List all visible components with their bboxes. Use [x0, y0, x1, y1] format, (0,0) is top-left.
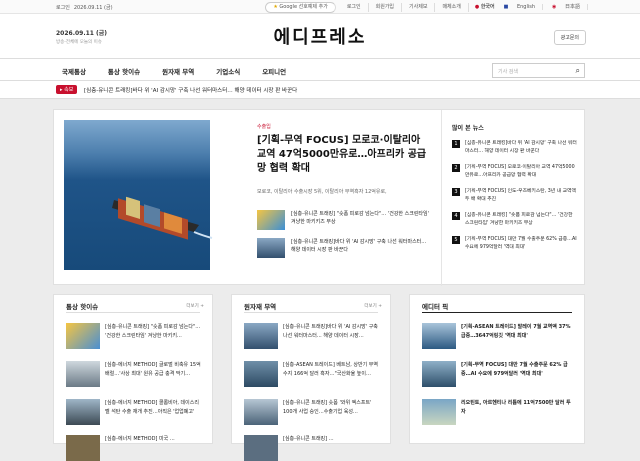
item-thumbnail: [422, 399, 456, 425]
top-login-link[interactable]: 로그인: [56, 4, 70, 11]
list-item[interactable]: [기획-무역 FOCUS] 대만 7월 수출주문 62% 급증…AI 수요에 9…: [422, 361, 574, 387]
list-item[interactable]: [심층-ASEAN 트레이드] 베트남, 상반기 무역수지 166억 달러 흑자…: [244, 361, 380, 387]
nav-item-corporate[interactable]: 기업소식: [216, 66, 240, 76]
media-intro-link[interactable]: 매체소개: [435, 3, 469, 12]
search-box[interactable]: 기사 검색 ⌕: [492, 63, 585, 78]
hero-summary: 모로코, 이탈리아 수출시장 5위, 이탈리아 무역흑자 12억유로,: [257, 189, 387, 195]
signup-link[interactable]: 회원가입: [369, 3, 403, 12]
popular-heading: 많이 본 뉴스: [452, 125, 484, 132]
popular-item[interactable]: 4 [심층-유니콘 트래킹] "숏폼 피로감 넘는다"… '건강한 스크린타임' …: [452, 212, 578, 227]
nav-item-opinion[interactable]: 오피니언: [262, 66, 286, 76]
search-icon[interactable]: ⌕: [576, 66, 580, 76]
item-thumbnail: [244, 323, 278, 349]
site-logo[interactable]: 에디프레소: [0, 23, 640, 49]
nav-item-trade[interactable]: 국제통상: [62, 66, 86, 76]
hero-image[interactable]: [64, 120, 213, 270]
container-ship-image: [112, 196, 213, 240]
login-link[interactable]: 로그인: [340, 3, 369, 12]
star-icon: ★: [273, 4, 278, 10]
nav-item-commodities[interactable]: 원자재 무역: [162, 66, 194, 76]
section-editor-pick: 에디터 픽 [기획-ASEAN 트레이드] 말레이 7월 교역액 37% 급증……: [409, 294, 585, 444]
section-heading: 통상 핫이슈: [66, 303, 99, 311]
item-thumbnail: [244, 399, 278, 425]
language-switcher: ● 한국어 ■ English ◉ 日本語: [475, 3, 588, 12]
list-item[interactable]: [기획-ASEAN 트레이드] 말레이 7월 교역액 37% 급증…3647억링…: [422, 323, 574, 349]
hero-sub-story[interactable]: [심층-유니콘 트래킹]바다 위 'AI 감시망' 구축 나선 워터마스터… 해…: [257, 238, 432, 260]
hero-sub-story[interactable]: [심층-유니콘 트래킹] "숏폼 피로감 넘는다"… '건강한 스크린타임' 겨…: [257, 210, 432, 232]
list-item[interactable]: [심층-에너지 METHOD] 미국 …: [66, 435, 202, 461]
list-item[interactable]: [심층-에너지 METHOD] 글로벌 비축유 15억 배럴…'사상 최대' 원…: [66, 361, 202, 387]
item-thumbnail: [244, 435, 278, 461]
section-heading: 원자재 무역: [244, 303, 277, 311]
korea-flag-icon: ●: [474, 4, 480, 10]
sub-story-thumbnail: [257, 210, 285, 230]
main-nav: 국제통상 통상 핫이슈 원자재 무역 기업소식 오피니언 기사 검색 ⌕: [0, 58, 640, 81]
sub-story-thumbnail: [257, 238, 285, 258]
site-header: 2026.09.11 (금) 방송-전체에 오늘의 이슈 에디프레소 광고문의: [0, 14, 640, 58]
search-input[interactable]: 기사 검색: [498, 69, 518, 75]
popular-item[interactable]: 2 [기획-무역 FOCUS] 모로코·이탈리아 교역 47억5000만유로…아프…: [452, 164, 578, 179]
google-btn-label: Google 선호예제 추가: [279, 4, 328, 10]
top-date: 2026.09.11 (금): [73, 5, 113, 11]
list-item[interactable]: [심층-유니콘 트래킹] 숏폼 '와위 엑스프트' 100개 사업 승인…수출기…: [244, 399, 380, 425]
us-flag-icon: ■: [503, 4, 509, 10]
list-item[interactable]: [심층-유니콘 트래킹]바다 위 'AI 감시망' 구축 나선 워터마스터… 해…: [244, 323, 380, 349]
list-item[interactable]: [심층-유니콘 트래킹] "숏폼 피로감 넘는다"… '건강한 스크린타임' 겨…: [66, 323, 202, 349]
item-thumbnail: [422, 323, 456, 349]
breaking-badge: ▸ 속보: [56, 85, 78, 94]
item-thumbnail: [244, 361, 278, 387]
hero-title[interactable]: [기획-무역 FOCUS] 모로코·이탈리아 교역 47억5000만유로…아프리…: [257, 134, 432, 176]
list-item[interactable]: [심층-에너지 METHOD] 콜롬비아, 데이스리벨 석탄 수출 재개 추진……: [66, 399, 202, 425]
popular-item[interactable]: 3 [기획-무역 FOCUS] 인도-우즈베키스탄, 3년 내 교역액 두 배 확…: [452, 188, 578, 203]
top-story-panel: 수출입 [기획-무역 FOCUS] 모로코·이탈리아 교역 47억5000만유로…: [53, 109, 586, 286]
item-thumbnail: [66, 323, 100, 349]
lang-english[interactable]: ■ English: [503, 3, 544, 12]
section-hot-issue: 통상 핫이슈 더보기 + [심층-유니콘 트래킹] "숏폼 피로감 넘는다"… …: [53, 294, 213, 461]
ad-inquiry-button[interactable]: 광고문의: [553, 30, 586, 45]
lang-korean[interactable]: ● 한국어: [475, 3, 495, 12]
item-thumbnail: [422, 361, 456, 387]
item-thumbnail: [66, 361, 100, 387]
sub-story-title: [심층-유니콘 트래킹] "숏폼 피로감 넘는다"… '건강한 스크린타임' 겨…: [291, 211, 429, 225]
item-thumbnail: [66, 435, 100, 461]
popular-item[interactable]: 5 [기획-무역 FOCUS] 대만 7월 수출주문 62% 급증…AI 수요에 …: [452, 236, 578, 251]
list-item[interactable]: 리오틴토, 아르헨티나 리튬에 11억7500만 달러 투자: [422, 399, 574, 425]
top-utility-bar: 로그인 2026.09.11 (금) ★ Google 선호예제 추가 로그인 …: [0, 0, 640, 14]
item-thumbnail: [66, 399, 100, 425]
nav-item-hot-issue[interactable]: 통상 핫이슈: [108, 66, 140, 76]
hero-category[interactable]: 수출입: [257, 123, 271, 130]
japan-flag-icon: ◉: [552, 4, 557, 10]
section-commodities: 원자재 무역 더보기 + [심층-유니콘 트래킹]바다 위 'AI 감시망' 구…: [231, 294, 391, 461]
list-item[interactable]: [심층-유니콘 트래킹] …: [244, 435, 380, 461]
sub-story-title: [심층-유니콘 트래킹]바다 위 'AI 감시망' 구축 나선 워터마스터… 해…: [291, 239, 427, 253]
breaking-news-bar: ▸ 속보 [심층-유니콘 트래킹]바다 위 'AI 감시망' 구축 나선 워터마…: [0, 81, 640, 99]
popular-news-sidebar: 많이 본 뉴스 1 [심층-유니콘 트래킹]바다 위 'AI 감시망' 구축 나선…: [441, 110, 586, 286]
more-link[interactable]: 더보기 +: [186, 303, 204, 309]
popular-item[interactable]: 1 [심층-유니콘 트래킹]바다 위 'AI 감시망' 구축 나선 워터마스터… …: [452, 140, 578, 155]
lang-japanese[interactable]: ◉ 日本語: [552, 3, 588, 12]
report-link[interactable]: 기사제보: [402, 3, 436, 12]
google-preferred-button[interactable]: ★ Google 선호예제 추가: [265, 2, 336, 13]
breaking-headline[interactable]: [심층-유니콘 트래킹]바다 위 'AI 감시망' 구축 나선 워터마스터… 해…: [84, 86, 297, 94]
more-link[interactable]: 더보기 +: [364, 303, 382, 309]
section-heading: 에디터 픽: [422, 303, 449, 311]
